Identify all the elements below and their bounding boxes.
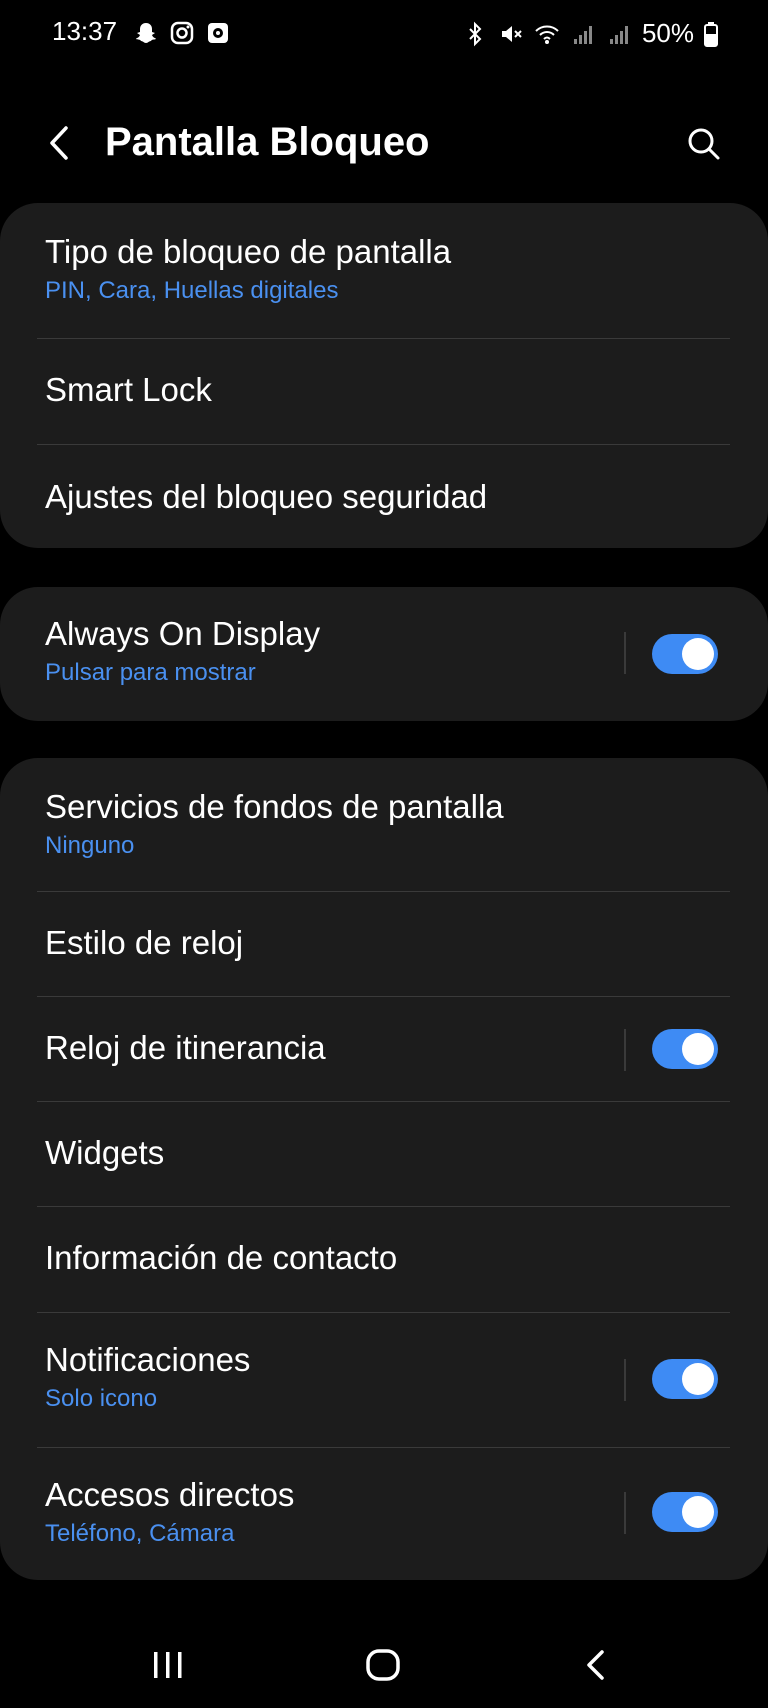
roaming-clock-toggle[interactable]	[652, 1029, 718, 1069]
battery-percent: 50%	[641, 18, 694, 48]
row-label: Tipo de bloqueo de pantalla	[45, 233, 452, 270]
security-lock-settings-row[interactable]: Ajustes del bloqueo seguridad	[0, 445, 768, 548]
notifications-toggle[interactable]	[652, 1359, 718, 1399]
shortcuts-row[interactable]: Accesos directos Teléfono, Cámara	[0, 1448, 768, 1580]
settings-group-lock: Tipo de bloqueo de pantalla PIN, Cara, H…	[0, 203, 768, 548]
wallpaper-services-row[interactable]: Servicios de fondos de pantalla Ninguno	[0, 758, 768, 892]
smart-lock-row[interactable]: Smart Lock	[0, 339, 768, 445]
toggle-knob	[682, 1363, 714, 1395]
settings-group-display: Servicios de fondos de pantalla Ninguno …	[0, 758, 768, 1580]
row-label: Servicios de fondos de pantalla	[45, 788, 504, 825]
separator	[624, 1359, 626, 1401]
row-label: Smart Lock	[45, 371, 212, 408]
toggle-knob	[682, 1033, 714, 1065]
signal-icon	[609, 25, 628, 44]
search-icon[interactable]	[682, 122, 726, 166]
page-title: Pantalla Bloqueo	[105, 120, 430, 164]
widgets-row[interactable]: Widgets	[0, 1102, 768, 1207]
contact-info-row[interactable]: Información de contacto	[0, 1207, 768, 1313]
row-label: Estilo de reloj	[45, 924, 244, 961]
always-on-display-toggle[interactable]	[652, 634, 718, 674]
signal-icon	[573, 25, 592, 44]
wifi-icon	[535, 25, 559, 44]
separator	[624, 1029, 626, 1071]
always-on-display-row[interactable]: Always On Display Pulsar para mostrar	[0, 587, 768, 721]
toggle-knob	[682, 1496, 714, 1528]
roaming-clock-row[interactable]: Reloj de itinerancia	[0, 997, 768, 1102]
notifications-row[interactable]: Notificaciones Solo icono	[0, 1313, 768, 1448]
settings-group-aod: Always On Display Pulsar para mostrar	[0, 587, 768, 721]
row-label: Ajustes del bloqueo seguridad	[45, 478, 488, 515]
separator	[624, 1492, 626, 1534]
row-label: Información de contacto	[45, 1239, 398, 1276]
lock-type-row[interactable]: Tipo de bloqueo de pantalla PIN, Cara, H…	[0, 203, 768, 339]
navigation-bar	[0, 1620, 768, 1708]
battery-icon	[704, 21, 718, 47]
status-bar: 13:37 50%	[0, 0, 768, 70]
back-chevron-icon[interactable]	[40, 120, 80, 166]
shortcuts-toggle[interactable]	[652, 1492, 718, 1532]
row-label: Widgets	[45, 1134, 165, 1171]
status-time: 13:37	[52, 16, 118, 46]
bluetooth-icon	[469, 21, 482, 46]
home-icon[interactable]	[364, 1648, 404, 1682]
recents-icon[interactable]	[150, 1648, 186, 1682]
back-icon[interactable]	[578, 1648, 614, 1682]
mute-icon	[501, 25, 522, 42]
row-subtitle: PIN, Cara, Huellas digitales	[45, 277, 339, 304]
app-header: Pantalla Bloqueo	[0, 100, 768, 190]
app-notification-icon	[208, 23, 228, 43]
clock-style-row[interactable]: Estilo de reloj	[0, 892, 768, 997]
instagram-icon	[170, 21, 194, 45]
snapchat-icon	[136, 23, 156, 43]
toggle-knob	[682, 638, 714, 670]
row-subtitle: Ninguno	[45, 832, 135, 859]
separator	[624, 632, 626, 674]
